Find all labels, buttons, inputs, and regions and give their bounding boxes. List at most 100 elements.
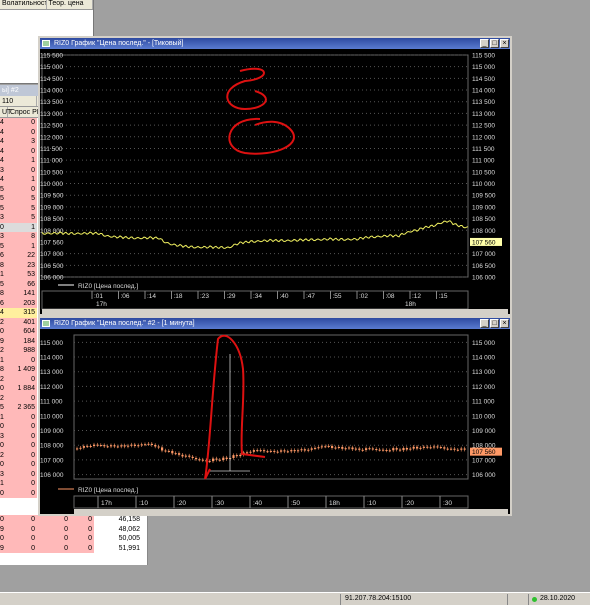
candle-body [456, 449, 459, 451]
x-tick-label: 17h [101, 500, 112, 507]
order-book-bottom-row[interactable]: 9 0 0 0 51,991 [0, 543, 148, 553]
candle-body [354, 448, 357, 450]
order-book-cell: 0 [5, 543, 37, 553]
x-tick-label: :47 [306, 293, 315, 300]
tick-chart-window[interactable]: RIZ0 График "Цена послед." - [Тиковый] _… [38, 36, 512, 316]
order-book-cell: 0 [70, 524, 94, 534]
candle-body [106, 446, 109, 448]
y-tick-label-right: 110 000 [472, 181, 495, 188]
order-book-header-price[interactable]: 110 [0, 96, 37, 106]
order-book-cell: 50,005 [94, 534, 142, 544]
y-tick-label-right: 115 000 [472, 64, 495, 71]
candle-body [191, 456, 194, 458]
candle-body [259, 450, 262, 452]
y-tick-label-left: 108 000 [40, 443, 64, 450]
y-tick-label-left: 109 000 [40, 204, 64, 211]
maximize-button[interactable]: □ [490, 39, 499, 48]
y-tick-label-left: 107 560 [40, 239, 64, 246]
close-button[interactable]: × [500, 319, 509, 328]
candle-body [327, 445, 330, 447]
candle-body [348, 447, 351, 449]
candle-body [402, 448, 405, 451]
candle-body [286, 451, 289, 453]
y-tick-label-left: 115 500 [40, 53, 63, 60]
y-tick-label-right: 107 000 [472, 251, 496, 258]
minimize-button[interactable]: _ [480, 39, 489, 48]
candle-body [93, 444, 96, 447]
horizontal-scrollbar[interactable] [42, 309, 508, 314]
order-book-demand-cell: 988 [5, 346, 37, 356]
y-tick-label-right: 115 500 [472, 53, 495, 60]
candle-body [351, 447, 354, 450]
order-book-cell: 0 [5, 534, 37, 544]
candle-body [222, 457, 225, 461]
x-tick-label: :14 [147, 293, 156, 300]
y-tick-label-left: 110 500 [40, 169, 63, 176]
order-book-header-bid[interactable]: Спрос РІ [8, 107, 42, 117]
plot-frame [41, 54, 469, 278]
tick-chart-titlebar[interactable]: RIZ0 График "Цена послед." - [Тиковый] _… [40, 38, 510, 49]
y-tick-label-right: 111 000 [472, 158, 495, 165]
connection-status-icon [532, 597, 537, 602]
candle-body [337, 446, 340, 448]
status-separator [507, 594, 508, 605]
candle-body [368, 448, 371, 450]
candle-body [419, 447, 422, 449]
minute-chart-window[interactable]: RIZ0 График "Цена послед." #2 - [1 минут… [38, 316, 512, 516]
order-book-bottom-row[interactable]: 9 0 0 0 48,062 [0, 524, 148, 534]
price-series-line [41, 220, 469, 250]
hand-drawn-annotation [228, 117, 295, 155]
status-bar: 91.207.78.204:15100 28.10.2020 [0, 592, 590, 605]
candle-body [365, 448, 368, 451]
tick-chart-plot[interactable]: 115 500 115 500 115 000 115 000 114 500 114 5… [40, 49, 510, 314]
candle-body [416, 446, 419, 449]
order-book-demand-cell: 53 [5, 270, 37, 280]
candle-body [161, 447, 164, 451]
order-book-header-left[interactable]: UT [0, 107, 11, 117]
x-tick-label: :12 [412, 293, 421, 300]
x-tick-label: 18h [329, 500, 340, 507]
order-book-demand-cell: 0 [5, 479, 37, 489]
y-tick-label-right: 108 500 [472, 216, 496, 223]
y-tick-label-right: 113 000 [472, 111, 495, 118]
order-book-demand-cell: 184 [5, 336, 37, 346]
candle-body [300, 449, 303, 451]
minute-chart-plot[interactable]: 115 000 115 000 114 000 114 000 113 000 113 0… [40, 329, 510, 514]
minute-chart-titlebar[interactable]: RIZ0 График "Цена послед." #2 - [1 минут… [40, 318, 510, 329]
candle-body [82, 446, 85, 448]
y-tick-label-right: 112 000 [472, 134, 495, 141]
order-book-bottom-row[interactable]: 0 0 0 0 46,158 [0, 515, 148, 525]
horizontal-scrollbar[interactable] [74, 509, 508, 514]
candle-body [446, 448, 449, 450]
hand-drawn-annotation [226, 67, 267, 111]
y-tick-label-right: 114 000 [472, 355, 495, 362]
order-book-demand-cell: 0 [5, 460, 37, 470]
close-button[interactable]: × [500, 39, 509, 48]
minimize-button[interactable]: _ [480, 319, 489, 328]
y-tick-label-right: 112 000 [472, 384, 495, 391]
candle-body [133, 444, 136, 446]
order-book-demand-cell: 1 [5, 175, 37, 185]
column-header-volatility[interactable]: Волатильность [0, 0, 47, 9]
candle-body [399, 449, 402, 451]
candle-body [439, 447, 442, 449]
order-book-demand-cell: 2 365 [5, 403, 37, 413]
candle-body [395, 448, 398, 450]
minute-chart-title: RIZ0 График "Цена послед." #2 - [1 минут… [54, 320, 195, 327]
candle-body [184, 455, 187, 457]
order-book-bottom-row[interactable]: 0 0 0 0 50,005 [0, 534, 148, 544]
hour-label: 18h [405, 301, 416, 308]
candle-body [215, 458, 218, 460]
order-book-cell: 0 [70, 534, 94, 544]
candle-body [358, 448, 361, 450]
column-header-theor-price[interactable]: Теор. цена [47, 0, 93, 9]
candle-body [443, 447, 446, 449]
maximize-button[interactable]: □ [490, 319, 499, 328]
candle-body [137, 445, 140, 447]
chart-window-icon [42, 320, 50, 327]
order-book-demand-cell: 5 [5, 213, 37, 223]
x-tick-label: :40 [253, 500, 262, 507]
order-book-demand-cell: 23 [5, 260, 37, 270]
y-tick-label-right: 111 000 [472, 399, 495, 406]
x-tick-label: :18 [174, 293, 183, 300]
